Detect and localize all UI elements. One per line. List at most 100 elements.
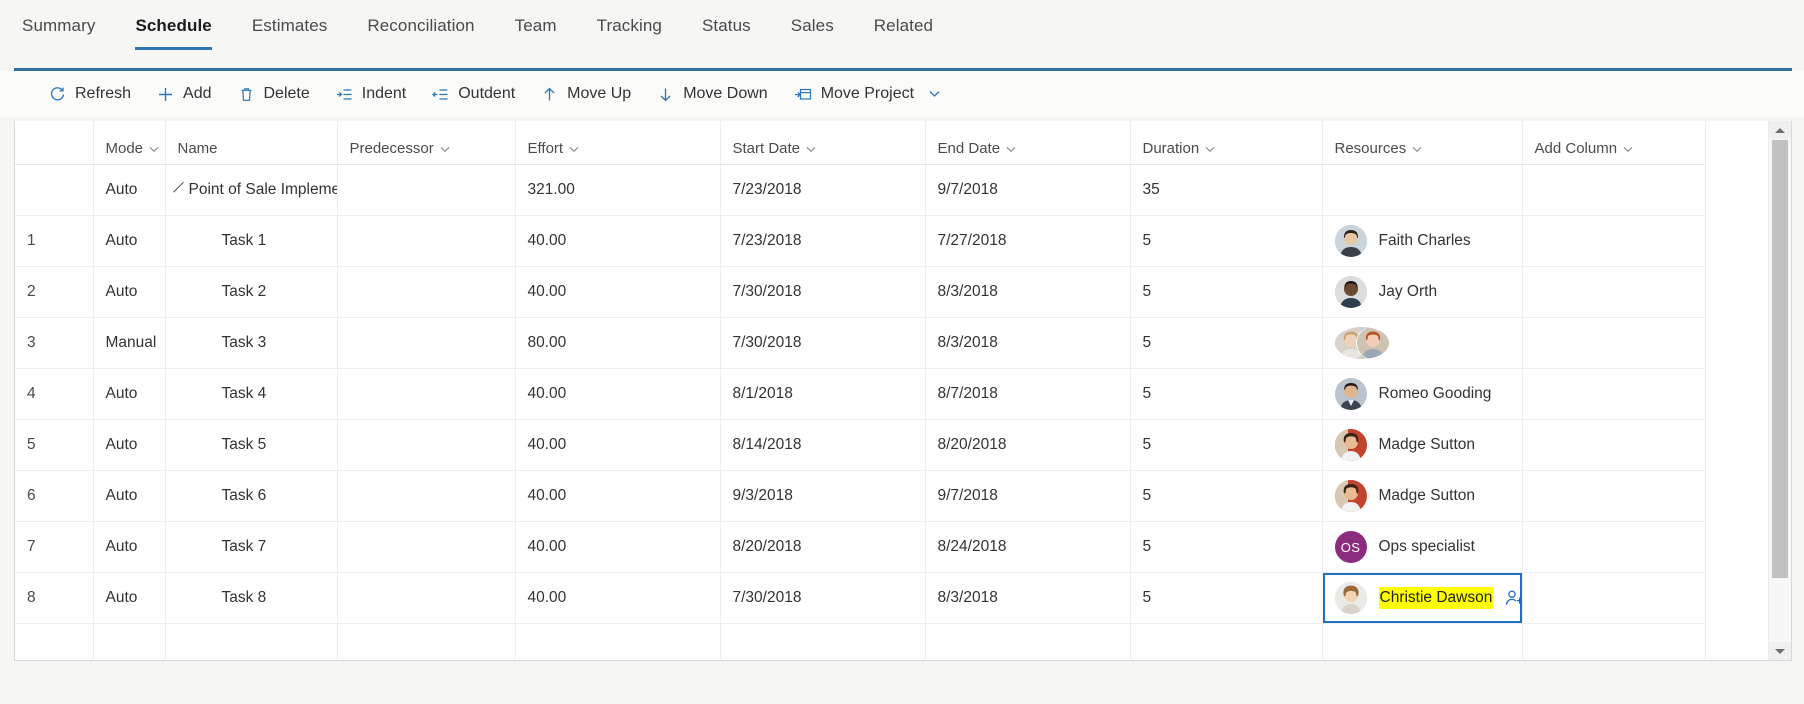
cell-start-date[interactable]: 8/1/2018	[720, 368, 926, 420]
table-row[interactable]: 2 Auto Task 2 40.00 7/30/2018 8/3/2018 5	[15, 266, 1706, 318]
table-row[interactable]: 4 Auto Task 4 40.00 8/1/2018 8/7/2018 5	[15, 368, 1706, 420]
table-row[interactable]: 5 Auto Task 5 40.00 8/14/2018 8/20/2018 …	[15, 419, 1706, 471]
cell-add-column[interactable]	[1522, 623, 1706, 660]
column-header-end-date[interactable]: End Date	[925, 121, 1131, 165]
cell-start-date[interactable]: 7/23/2018	[720, 215, 926, 267]
cell-start-date[interactable]	[720, 623, 926, 660]
table-row[interactable]: Auto Point of Sale Implementat 321.00 7/…	[15, 164, 1706, 216]
scroll-up-button[interactable]	[1769, 121, 1791, 139]
expand-collapse-icon[interactable]	[172, 181, 184, 193]
cell-duration[interactable]: 5	[1130, 215, 1323, 267]
cell-resources[interactable]: Jay Orth	[1322, 266, 1523, 318]
cell-effort[interactable]: 40.00	[515, 266, 721, 318]
cell-end-date[interactable]	[925, 623, 1131, 660]
cell-name[interactable]: Task 1	[165, 215, 338, 267]
cell-duration[interactable]: 5	[1130, 470, 1323, 522]
cell-add-column[interactable]	[1522, 215, 1706, 267]
cell-start-date[interactable]: 7/30/2018	[720, 266, 926, 318]
cell-effort[interactable]: 40.00	[515, 419, 721, 471]
cell-effort[interactable]: 40.00	[515, 368, 721, 420]
cell-predecessor[interactable]	[337, 368, 516, 420]
cell-duration[interactable]: 5	[1130, 521, 1323, 573]
cell-end-date[interactable]: 9/7/2018	[925, 164, 1131, 216]
cell-end-date[interactable]: 8/3/2018	[925, 572, 1131, 624]
cell-duration[interactable]: 5	[1130, 572, 1323, 624]
cell-effort[interactable]: 80.00	[515, 317, 721, 369]
table-row[interactable]: 6 Auto Task 6 40.00 9/3/2018 9/7/2018 5	[15, 470, 1706, 522]
tab-team[interactable]: Team	[495, 0, 577, 36]
tab-estimates[interactable]: Estimates	[232, 0, 348, 36]
move-down-button[interactable]: Move Down	[644, 79, 780, 109]
cell-mode[interactable]: Auto	[93, 266, 166, 318]
column-header-effort[interactable]: Effort	[515, 121, 721, 165]
cell-resources[interactable]	[1322, 164, 1523, 216]
cell-mode[interactable]: Auto	[93, 521, 166, 573]
cell-mode[interactable]: Auto	[93, 215, 166, 267]
outdent-button[interactable]: Outdent	[419, 79, 528, 109]
cell-predecessor[interactable]	[337, 470, 516, 522]
cell-name[interactable]: Point of Sale Implementat	[165, 164, 338, 216]
cell-name[interactable]: Task 7	[165, 521, 338, 573]
cell-add-column[interactable]	[1522, 164, 1706, 216]
cell-resources[interactable]: Romeo Gooding	[1322, 368, 1523, 420]
cell-predecessor[interactable]	[337, 623, 516, 660]
tab-tracking[interactable]: Tracking	[577, 0, 682, 36]
table-row[interactable]: 7 Auto Task 7 40.00 8/20/2018 8/24/2018 …	[15, 521, 1706, 573]
cell-effort[interactable]: 321.00	[515, 164, 721, 216]
cell-add-column[interactable]	[1522, 572, 1706, 624]
cell-start-date[interactable]: 7/30/2018	[720, 572, 926, 624]
cell-resources[interactable]	[1322, 317, 1523, 369]
cell-end-date[interactable]: 8/3/2018	[925, 317, 1131, 369]
scrollbar-thumb[interactable]	[1772, 140, 1788, 578]
tab-reconciliation[interactable]: Reconciliation	[347, 0, 494, 36]
cell-duration[interactable]: 5	[1130, 419, 1323, 471]
scroll-down-button[interactable]	[1769, 642, 1791, 660]
move-project-button[interactable]: Move Project	[781, 79, 953, 109]
tab-related[interactable]: Related	[854, 0, 953, 36]
tab-sales[interactable]: Sales	[771, 0, 854, 36]
cell-start-date[interactable]: 7/23/2018	[720, 164, 926, 216]
cell-name[interactable]: Task 8	[165, 572, 338, 624]
cell-start-date[interactable]: 8/14/2018	[720, 419, 926, 471]
column-header-index[interactable]	[15, 121, 94, 165]
cell-add-column[interactable]	[1522, 470, 1706, 522]
cell-effort[interactable]: 40.00	[515, 521, 721, 573]
grid-vertical-scrollbar[interactable]	[1768, 121, 1791, 660]
cell-effort[interactable]: 40.00	[515, 215, 721, 267]
cell-end-date[interactable]: 8/3/2018	[925, 266, 1131, 318]
cell-predecessor[interactable]	[337, 266, 516, 318]
column-header-duration[interactable]: Duration	[1130, 121, 1323, 165]
cell-end-date[interactable]: 8/24/2018	[925, 521, 1131, 573]
cell-start-date[interactable]: 8/20/2018	[720, 521, 926, 573]
delete-button[interactable]: Delete	[225, 79, 323, 109]
table-row[interactable]: 1 Auto Task 1 40.00 7/23/2018 7/27/2018 …	[15, 215, 1706, 267]
cell-add-column[interactable]	[1522, 266, 1706, 318]
cell-mode[interactable]	[93, 623, 166, 660]
column-header-mode[interactable]: Mode	[93, 121, 166, 165]
column-header-name[interactable]: Name	[165, 121, 338, 165]
cell-name[interactable]: Task 5	[165, 419, 338, 471]
cell-name[interactable]	[165, 623, 338, 660]
indent-button[interactable]: Indent	[323, 79, 419, 109]
cell-effort[interactable]: 40.00	[515, 470, 721, 522]
cell-add-column[interactable]	[1522, 521, 1706, 573]
table-row[interactable]: 8 Auto Task 8 40.00 7/30/2018 8/3/2018 5	[15, 572, 1706, 624]
cell-mode[interactable]: Auto	[93, 164, 166, 216]
cell-name[interactable]: Task 2	[165, 266, 338, 318]
cell-mode[interactable]: Auto	[93, 419, 166, 471]
cell-start-date[interactable]: 7/30/2018	[720, 317, 926, 369]
cell-end-date[interactable]: 9/7/2018	[925, 470, 1131, 522]
cell-add-column[interactable]	[1522, 419, 1706, 471]
cell-predecessor[interactable]	[337, 419, 516, 471]
cell-name[interactable]: Task 4	[165, 368, 338, 420]
cell-duration[interactable]: 5	[1130, 266, 1323, 318]
cell-resources[interactable]: Madge Sutton	[1322, 470, 1523, 522]
refresh-button[interactable]: Refresh	[36, 79, 144, 109]
cell-predecessor[interactable]	[337, 317, 516, 369]
add-button[interactable]: Add	[144, 79, 224, 109]
cell-resources-selected[interactable]: Christie Dawson	[1322, 572, 1523, 624]
cell-resources[interactable]: OS Ops specialist	[1322, 521, 1523, 573]
cell-end-date[interactable]: 8/20/2018	[925, 419, 1131, 471]
cell-predecessor[interactable]	[337, 164, 516, 216]
tab-schedule[interactable]: Schedule	[115, 0, 231, 50]
